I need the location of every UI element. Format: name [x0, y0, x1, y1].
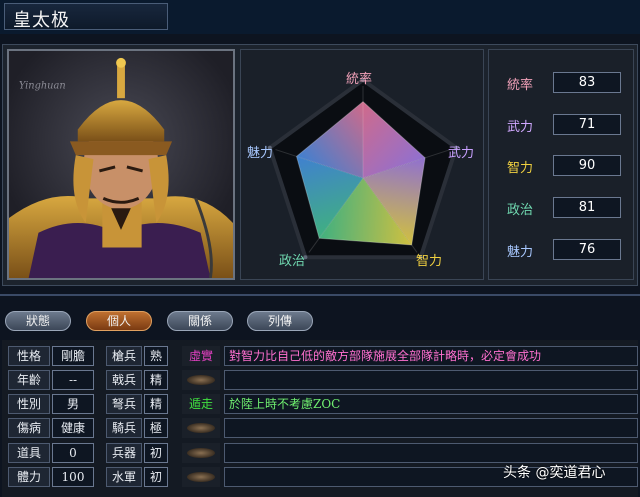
character-portrait: Yinghuan [7, 49, 235, 280]
tab-status[interactable]: 狀態 [5, 311, 71, 331]
skill-slot-empty[interactable] [182, 443, 220, 463]
stats-panel: 統率 83 武力 71 智力 90 政治 81 魅力 76 [488, 49, 634, 280]
unit-label-siege: 兵器 [106, 443, 142, 463]
skill-slot-empty[interactable] [182, 467, 220, 487]
stat-label: 統率 [507, 78, 534, 93]
profile-value-stamina: 100 [52, 467, 94, 487]
unit-label-spear: 槍兵 [106, 346, 142, 366]
tab-relations[interactable]: 關係 [167, 311, 233, 331]
profile-label-items: 道具 [8, 443, 50, 463]
tab-personal[interactable]: 個人 [86, 311, 152, 331]
skill-tag[interactable]: 遁走 [182, 394, 220, 414]
profile-value-items: 0 [52, 443, 94, 463]
unit-grade-spear: 熟 [144, 346, 168, 366]
unit-grade-crossbow: 精 [144, 394, 168, 414]
stat-label: 武力 [507, 120, 534, 135]
radar-axis-label-3: 政治 [279, 254, 306, 269]
radar-axis-label-4: 魅力 [247, 146, 274, 161]
stat-value: 76 [553, 239, 621, 260]
profile-label-personality: 性格 [8, 346, 50, 366]
skill-description: 對智力比自己低的敵方部隊施展全部隊計略時，必定會成功 [224, 346, 638, 366]
stat-value: 71 [553, 114, 621, 135]
unit-label-crossbow: 弩兵 [106, 394, 142, 414]
unit-label-cavalry: 騎兵 [106, 418, 142, 438]
profile-value-gender: 男 [52, 394, 94, 414]
unit-grade-siege: 初 [144, 443, 168, 463]
portrait-image: Yinghuan [9, 57, 233, 278]
profile-label-stamina: 體力 [8, 467, 50, 487]
skill-tag[interactable]: 虛實 [182, 346, 220, 366]
profile-label-age: 年齡 [8, 370, 50, 390]
stat-value: 81 [553, 197, 621, 218]
unit-grade-halberd: 精 [144, 370, 168, 390]
unit-grade-cavalry: 極 [144, 418, 168, 438]
skill-slot-empty[interactable] [182, 370, 220, 390]
title-bar: 皇太极 [0, 0, 640, 34]
stat-value: 83 [553, 72, 621, 93]
radar-chart-panel: 統率 武力 智力 政治 魅力 [240, 49, 484, 280]
unit-grade-navy: 初 [144, 467, 168, 487]
portrait-watermark: Yinghuan [19, 80, 66, 91]
section-divider [0, 294, 640, 296]
skill-description [224, 443, 638, 463]
unit-label-halberd: 戟兵 [106, 370, 142, 390]
skill-description [224, 370, 638, 390]
tab-biography[interactable]: 列傳 [247, 311, 313, 331]
skill-description [224, 418, 638, 438]
stat-value: 90 [553, 155, 621, 176]
unit-label-navy: 水軍 [106, 467, 142, 487]
profile-value-injury: 健康 [52, 418, 94, 438]
profile-value-age: -- [52, 370, 94, 390]
profile-label-gender: 性別 [8, 394, 50, 414]
stat-label: 魅力 [507, 245, 534, 260]
source-watermark: 头条 @奕道君心 [503, 465, 606, 481]
stat-label: 智力 [507, 161, 534, 176]
profile-value-personality: 剛膽 [52, 346, 94, 366]
skill-slot-empty[interactable] [182, 418, 220, 438]
skill-description: 於陸上時不考慮ZOC [224, 394, 638, 414]
radar-axis-label-1: 武力 [448, 146, 475, 161]
stat-label: 政治 [507, 203, 534, 218]
radar-axis-label-0: 統率 [346, 72, 373, 87]
character-name: 皇太极 [4, 3, 168, 31]
radar-axis-label-2: 智力 [416, 254, 443, 269]
profile-label-injury: 傷病 [8, 418, 50, 438]
